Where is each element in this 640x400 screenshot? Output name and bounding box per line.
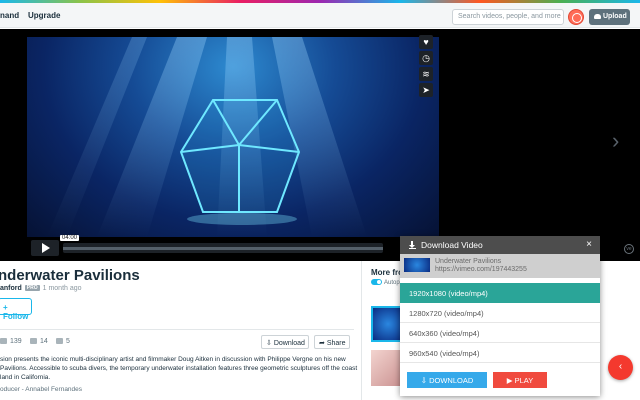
watch-later-button[interactable]: ◷ xyxy=(419,51,433,65)
comments-count: 5 xyxy=(66,338,70,345)
upload-label: Upload xyxy=(603,13,627,20)
avatar[interactable] xyxy=(568,9,584,25)
comments-stat: 5 xyxy=(56,338,70,345)
send-icon: ➤ xyxy=(422,84,430,95)
producer-credit: oducer - Annabel Fernandes xyxy=(0,386,83,393)
autoplay-toggle[interactable]: Autopl xyxy=(371,279,401,286)
video-info-row: Underwater Pavilions https://vimeo.com/1… xyxy=(400,254,600,278)
format-option[interactable]: 1280x720 (video/mp4) xyxy=(400,303,600,323)
play-button-label: PLAY xyxy=(514,376,534,385)
search-input[interactable]: Search videos, people, and more xyxy=(452,9,564,25)
heart-icon: ♥ xyxy=(423,37,429,47)
share-button[interactable]: ➤ xyxy=(419,83,433,97)
player-controls: 04:00 xyxy=(27,235,439,256)
underwater-pavilion-artwork xyxy=(47,37,367,237)
video-description: sion presents the iconic multi-disciplin… xyxy=(0,356,358,381)
format-option[interactable]: 1920x1080 (video/mp4) xyxy=(400,283,600,303)
panel-title: Download Video xyxy=(421,240,483,250)
download-icon: ⇩ xyxy=(420,376,430,385)
follow-button[interactable]: + Follow xyxy=(0,298,32,321)
comment-icon xyxy=(56,338,63,344)
download-label: Download xyxy=(273,340,305,347)
autoplay-label: Autopl xyxy=(384,280,402,286)
clock-icon: ◷ xyxy=(422,52,430,63)
progress-bar[interactable] xyxy=(63,243,383,253)
layers-icon: ≋ xyxy=(422,68,430,79)
toggle-switch[interactable] xyxy=(371,279,382,285)
nav-item-menu[interactable]: nand xyxy=(0,11,19,20)
video-info-title: Underwater Pavilions xyxy=(435,258,502,265)
author-line: anford PRO 1 month ago xyxy=(0,285,82,292)
download-icon xyxy=(409,241,416,249)
upload-button[interactable]: Upload xyxy=(589,9,630,25)
video-thumbnail xyxy=(404,258,430,272)
panel-header: Download Video × xyxy=(400,236,600,254)
cloud-upload-icon xyxy=(594,14,601,19)
layers-icon xyxy=(30,338,37,344)
more-from-heading: More fro xyxy=(371,268,403,277)
download-video-panel: Download Video × Underwater Pavilions ht… xyxy=(400,236,600,396)
download-video-button[interactable]: ⇩ DOWNLOAD xyxy=(407,372,487,388)
progress-track[interactable] xyxy=(63,247,383,250)
share-label: Share xyxy=(326,340,346,347)
plays-count: 139 xyxy=(10,338,22,345)
collections-stat: 14 xyxy=(30,338,48,345)
divider xyxy=(0,329,354,330)
nav-item-upgrade[interactable]: Upgrade xyxy=(28,11,60,20)
download-button-label: DOWNLOAD xyxy=(429,376,474,385)
page-title: nderwater Pavilions xyxy=(0,267,140,284)
play-button[interactable] xyxy=(31,240,59,256)
share-button-secondary[interactable]: ➦ Share xyxy=(314,335,350,349)
plays-stat: 139 xyxy=(0,338,22,345)
author-name[interactable]: anford xyxy=(0,285,22,292)
collections-count: 14 xyxy=(40,338,48,345)
heart-icon xyxy=(0,338,7,344)
video-info-url: https://vimeo.com/197443255 xyxy=(435,266,527,273)
format-option[interactable]: 640x360 (video/mp4) xyxy=(400,323,600,343)
time-indicator: 04:00 xyxy=(60,235,80,241)
format-option[interactable]: 960x540 (video/mp4) xyxy=(400,343,600,363)
play-video-button[interactable]: ▶ PLAY xyxy=(493,372,547,388)
upload-time: 1 month ago xyxy=(42,285,82,292)
top-navigation-bar: nand Upgrade Search videos, people, and … xyxy=(0,3,640,28)
close-icon[interactable]: × xyxy=(586,239,592,250)
like-button[interactable]: ♥ xyxy=(419,35,433,49)
column-divider xyxy=(361,261,362,400)
play-icon: ▶ xyxy=(506,376,515,385)
download-button[interactable]: ⇩ Download xyxy=(261,335,309,349)
video-frame[interactable] xyxy=(27,37,439,237)
next-video-chevron-icon[interactable]: › xyxy=(612,128,619,154)
chevron-left-icon: ‹ xyxy=(618,361,623,372)
collapse-panel-button[interactable]: ‹ xyxy=(608,355,633,380)
pro-badge: PRO xyxy=(24,285,40,291)
collections-button[interactable]: ≋ xyxy=(419,67,433,81)
vimeo-badge-icon[interactable]: ve xyxy=(624,244,634,254)
